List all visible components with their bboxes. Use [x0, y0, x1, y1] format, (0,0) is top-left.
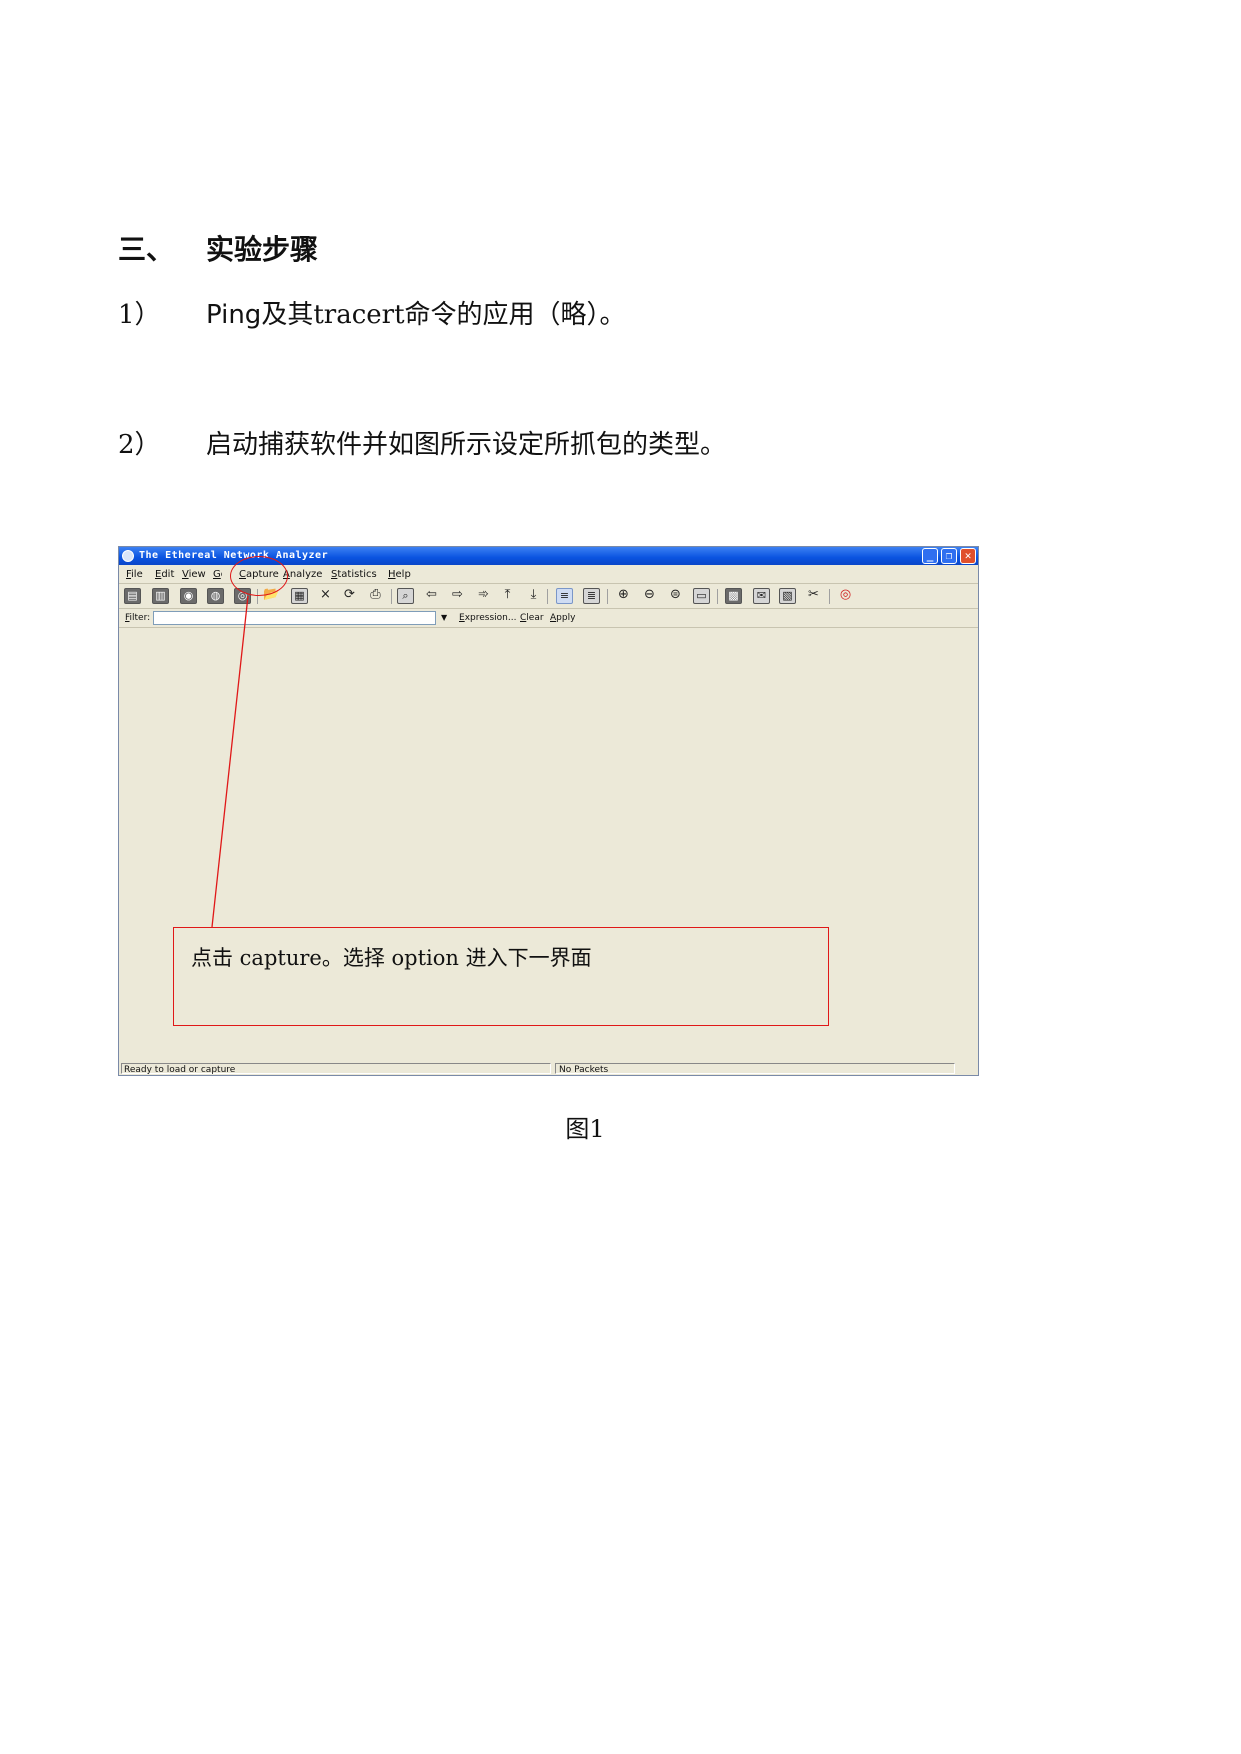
- print-icon[interactable]: ⎙: [367, 588, 384, 604]
- menu-help[interactable]: Help: [388, 566, 411, 583]
- status-right: No Packets: [555, 1063, 955, 1075]
- section-title: 实验步骤: [206, 233, 319, 266]
- capture-options-icon[interactable]: ▥: [152, 588, 169, 604]
- filter-label: Filter:: [125, 613, 151, 623]
- minimize-icon[interactable]: _: [922, 548, 938, 564]
- interfaces-icon[interactable]: ▤: [124, 588, 141, 604]
- colorize-icon[interactable]: ≡: [556, 588, 573, 604]
- step-number: 2）: [118, 430, 161, 460]
- app-icon: [122, 550, 134, 562]
- window-title: The Ethereal Network Analyzer: [139, 550, 329, 561]
- annotation-box: 点击 capture。选择 option 进入下一界面: [173, 927, 829, 1026]
- step-text: 及其tracert命令的应用（略）。: [261, 300, 626, 330]
- zoom-out-icon[interactable]: ⊖: [641, 588, 658, 604]
- maximize-icon[interactable]: ❐: [941, 548, 957, 564]
- status-left: Ready to load or capture: [121, 1063, 551, 1075]
- chevron-down-icon[interactable]: ▼: [441, 609, 447, 627]
- capture-filters-icon[interactable]: ▩: [725, 588, 742, 604]
- section-heading: 三、 实验步骤: [118, 228, 318, 268]
- zoom-in-icon[interactable]: ⊕: [615, 588, 632, 604]
- save-icon[interactable]: ▦: [291, 588, 308, 604]
- step-number: 1）: [118, 300, 161, 330]
- filter-bar: Filter: ▼ Expression... Clear Apply: [119, 609, 978, 628]
- go-back-icon[interactable]: ⇦: [423, 588, 440, 604]
- menu-go[interactable]: Go: [213, 566, 222, 583]
- find-packet-icon[interactable]: ⌕: [397, 588, 414, 604]
- go-forward-icon[interactable]: ⇨: [449, 588, 466, 604]
- clear-button[interactable]: Clear: [520, 609, 544, 627]
- resize-columns-icon[interactable]: ▭: [693, 588, 710, 604]
- go-first-icon[interactable]: ⤒: [499, 588, 516, 604]
- preferences-icon[interactable]: ✂: [805, 588, 822, 604]
- menu-analyze[interactable]: Analyze: [283, 566, 322, 583]
- auto-scroll-icon[interactable]: ≣: [583, 588, 600, 604]
- apply-button[interactable]: Apply: [550, 609, 575, 627]
- step-2: 2） 启动捕获软件并如图所示设定所抓包的类型。: [118, 424, 726, 461]
- display-filters-icon[interactable]: ✉: [753, 588, 770, 604]
- annotation-text: 点击 capture。选择 option 进入下一界面: [191, 946, 592, 970]
- coloring-rules-icon[interactable]: ▧: [779, 588, 796, 604]
- figure-caption: 图1: [565, 1115, 605, 1143]
- step-1: 1） Ping及其tracert命令的应用（略）。: [118, 294, 626, 331]
- annotation-circle: [230, 556, 288, 596]
- go-to-packet-icon[interactable]: ➾: [475, 588, 492, 604]
- zoom-normal-icon[interactable]: ⊜: [667, 588, 684, 604]
- help-icon[interactable]: ◎: [837, 588, 854, 604]
- menu-statistics[interactable]: Statistics: [331, 566, 377, 583]
- stop-capture-icon[interactable]: ◍: [207, 588, 224, 604]
- expression-button[interactable]: Expression...: [459, 609, 516, 627]
- go-last-icon[interactable]: ⤓: [525, 588, 542, 604]
- reload-icon[interactable]: ⟳: [341, 588, 358, 604]
- close-file-icon[interactable]: ×: [317, 588, 334, 604]
- menu-file[interactable]: File: [126, 566, 143, 583]
- filter-input[interactable]: [153, 611, 436, 625]
- menu-edit[interactable]: Edit: [155, 566, 174, 583]
- close-icon[interactable]: ✕: [960, 548, 976, 564]
- step-keyword: Ping: [206, 300, 262, 330]
- start-capture-icon[interactable]: ◉: [180, 588, 197, 604]
- status-bar: Ready to load or capture No Packets: [119, 1063, 978, 1075]
- step-text: 启动捕获软件并如图所示设定所抓包的类型。: [206, 430, 727, 460]
- section-number: 三、: [118, 233, 175, 266]
- menu-view[interactable]: View: [182, 566, 206, 583]
